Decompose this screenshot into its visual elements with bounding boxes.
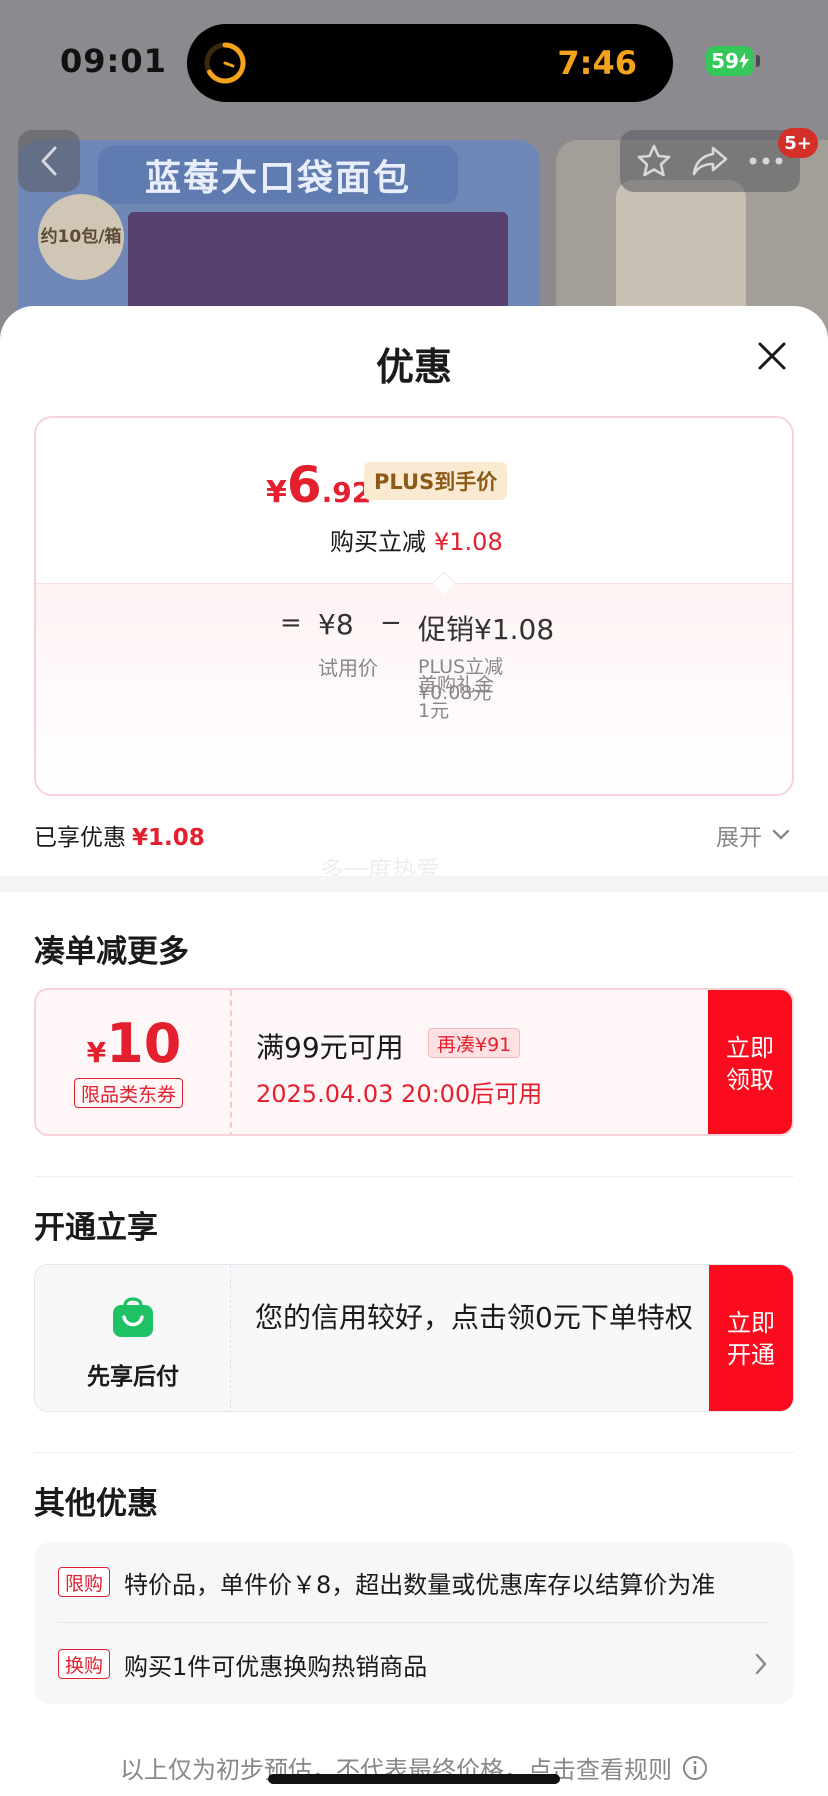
home-indicator[interactable] [268,1774,560,1784]
battery-tip [756,55,760,67]
shopping-bag-icon [113,1297,153,1337]
offer-row-limit: 限购 特价品，单件价￥8，超出数量或优惠库存以结算价为准 [34,1542,794,1622]
trial-price-label: 试用价 [318,656,378,680]
offer-tag: 限购 [58,1567,111,1597]
pay-later-card[interactable]: 先享后付 您的信用较好，点击领0元下单特权 立即 开通 [34,1264,794,1412]
other-offers-list: 限购 特价品，单件价￥8，超出数量或优惠库存以结算价为准 换购 购买1件可优惠换… [34,1542,794,1704]
top-toolbar [620,130,800,192]
claim-label-2: 领取 [726,1066,774,1094]
chevron-right-icon [755,1653,767,1675]
reduce-label: 购买立减 [330,528,426,556]
more-icon[interactable] [748,156,784,166]
enjoyed-label: 已享优惠 [34,825,126,851]
notification-badge: 5+ [778,128,818,158]
activate-label-1: 立即 [727,1309,775,1337]
coupon-currency: ¥ [86,1036,107,1069]
coupon-section-title: 凑单减更多 [34,934,189,970]
coupon-value-area: ¥10 限品类东券 [36,990,232,1134]
info-icon [683,1755,707,1780]
promo-value: 促销¥1.08 [418,613,555,646]
discount-sheet: 优惠 ¥6.92 PLUS到手价 购买立减 ¥1.08 = ¥8 试用价 − 促销… [0,306,828,1796]
dynamic-island[interactable]: 7:46 [187,24,673,102]
final-price: ¥6.92 [266,456,371,514]
other-section-title: 其他优惠 [34,1486,158,1522]
first-gift-label: 首购礼金 [418,674,495,696]
coupon-condition: 满99元可用 [256,1031,404,1064]
battery-level: 59 [711,49,739,73]
sheet-title: 优惠 [375,345,452,389]
reduce-amount: ¥1.08 [434,528,503,556]
divider [34,1176,794,1177]
credit-section-title: 开通立享 [34,1210,158,1246]
coupon-category-tag: 限品类东券 [74,1078,184,1108]
activate-button[interactable]: 立即 开通 [709,1265,793,1411]
first-gift-amount: 1元 [418,700,450,722]
minus-sign: − [380,608,402,638]
offer-divider [58,1622,770,1623]
offer-row-exchange[interactable]: 换购 购买1件可优惠换购热销商品 [34,1624,794,1704]
divider [34,1452,794,1453]
battery-indicator: 59 [706,46,754,76]
offer-text: 购买1件可优惠换购热销商品 [124,1652,428,1681]
star-icon[interactable] [636,143,672,179]
offer-text: 特价品，单件价￥8，超出数量或优惠库存以结算价为准 [124,1570,716,1599]
first-gift-detail: 首购礼金 1元 [418,672,494,724]
close-icon[interactable] [752,336,792,376]
price-integer: 6 [286,456,322,514]
timer-readout: 7:46 [557,44,637,82]
claim-label-1: 立即 [726,1034,774,1062]
activate-label-2: 开通 [727,1341,775,1369]
calc-area [36,583,792,794]
enjoyed-discount: 已享优惠 ¥1.08 [34,818,205,852]
expand-label: 展开 [716,825,762,851]
pay-later-description: 您的信用较好，点击领0元下单特权 [255,1301,693,1334]
instant-reduce: 购买立减 ¥1.08 [330,522,503,557]
pay-later-badge-area: 先享后付 [35,1265,231,1411]
chevron-left-icon [41,146,57,176]
pay-later-label: 先享后付 [87,1364,179,1390]
back-button[interactable] [18,130,80,192]
coupon-card[interactable]: ¥10 限品类东券 满99元可用 再凑¥91 2025.04.03 20:00后… [34,988,794,1136]
trial-price-value: ¥8 [318,608,354,641]
plus-price-tag: PLUS到手价 [364,462,508,500]
coupon-availability: 2025.04.03 20:00后可用 [256,1080,543,1108]
enjoyed-amount: ¥1.08 [132,825,205,851]
timer-ring-icon [204,42,246,84]
price-currency: ¥ [266,475,287,510]
expand-button[interactable]: 展开 [716,818,790,852]
chevron-down-icon [772,829,790,840]
price-breakdown-card: ¥6.92 PLUS到手价 购买立减 ¥1.08 = ¥8 试用价 − 促销¥1.… [34,416,794,796]
status-time: 09:01 [60,42,167,80]
quantity-badge: 约10包/箱 [38,194,124,280]
offer-tag: 换购 [58,1649,111,1679]
coupon-amount: 10 [106,1012,182,1075]
coupon-value: ¥10 [36,1012,232,1075]
share-icon[interactable] [691,144,729,178]
product-banner: 蓝莓大口袋面包 [98,146,458,204]
claim-coupon-button[interactable]: 立即 领取 [708,990,792,1134]
equals-sign: = [280,608,302,638]
coupon-gap-tag: 再凑¥91 [428,1028,521,1058]
charging-bolt-icon [738,53,749,69]
section-divider [0,876,828,892]
